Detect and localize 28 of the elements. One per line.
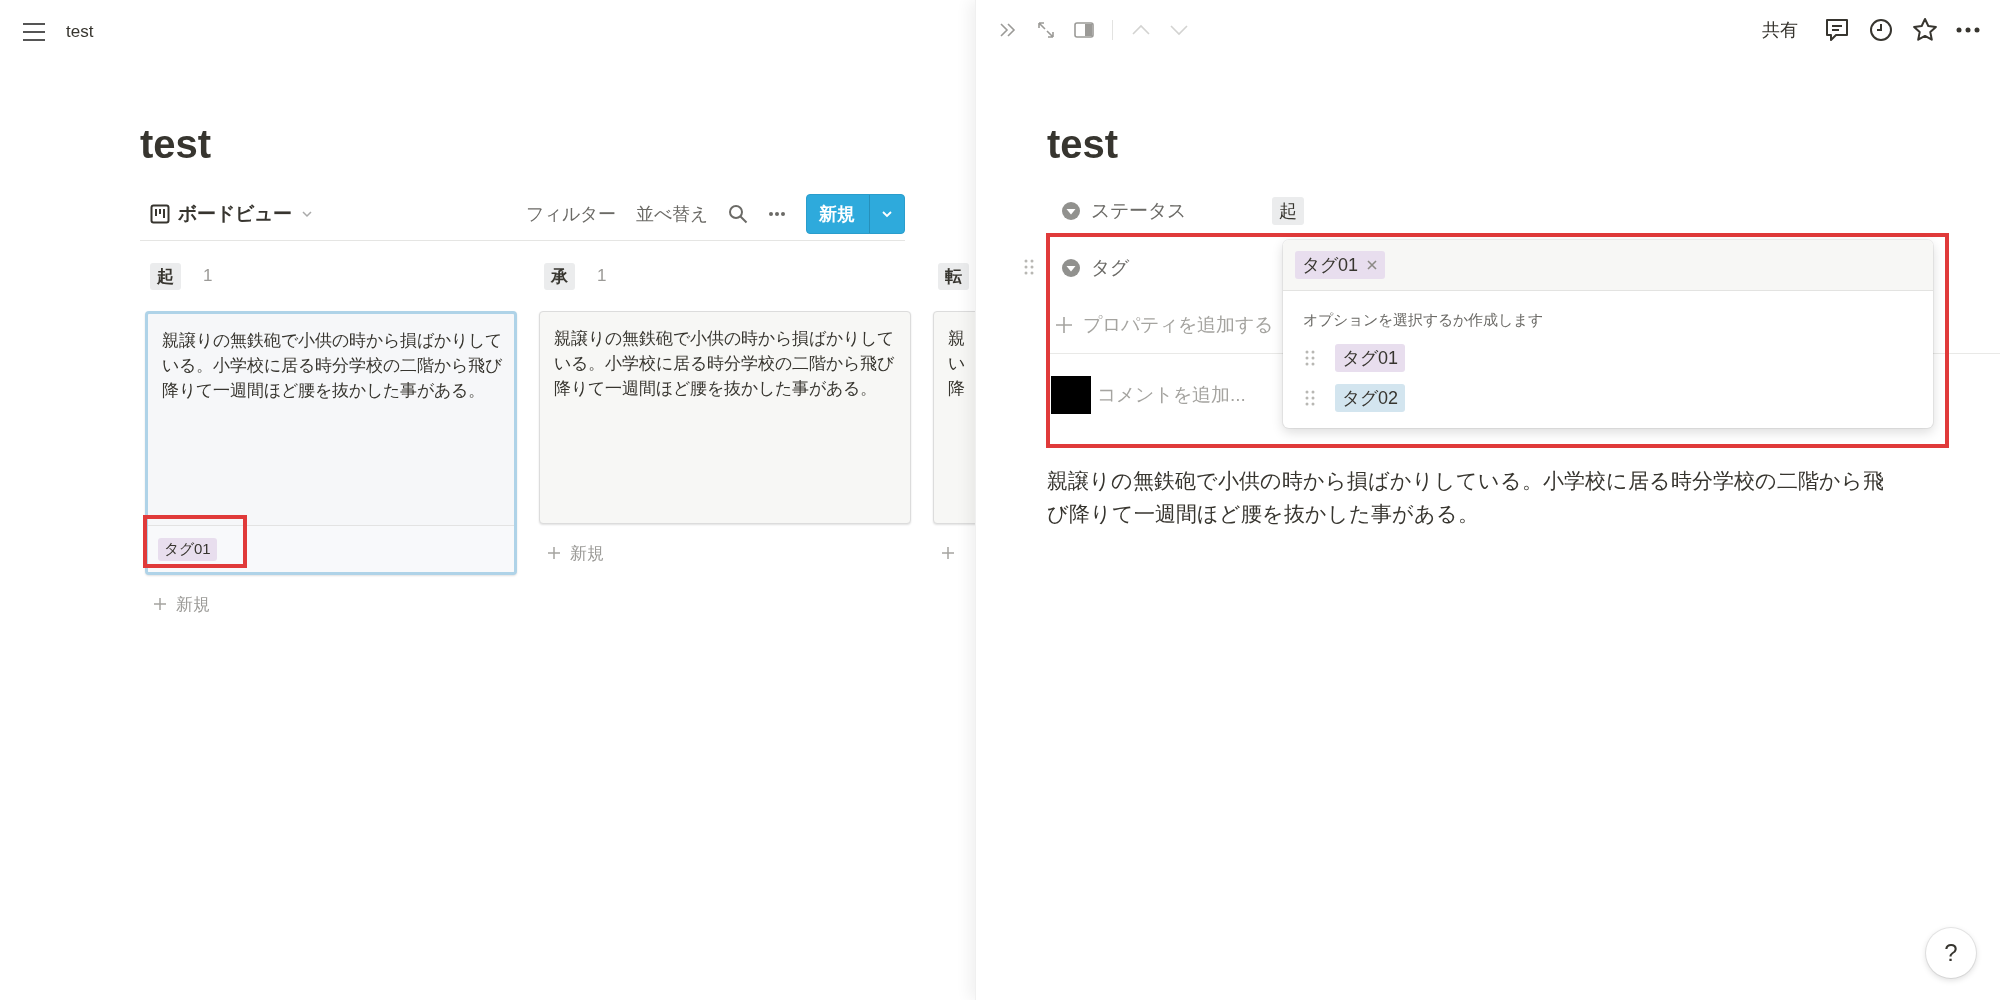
board-card[interactable]: 親譲りの無鉄砲で小供の時から損ばかりして いる。小学校に居る時分学校の二階から飛び 降りて一週間ほど腰を抜かした事がある。 — [539, 311, 911, 524]
selected-tag[interactable]: タグ01 — [1295, 251, 1386, 279]
column-title: 起 — [150, 262, 181, 290]
property-name: タグ — [1091, 255, 1129, 280]
share-button[interactable]: 共有 — [1762, 18, 1798, 42]
dropdown-hint: オプションを選択するか作成します — [1302, 310, 1544, 330]
tag-option: タグ01 — [1335, 344, 1406, 372]
tag-option: タグ02 — [1335, 384, 1406, 412]
tag-input-field[interactable]: タグ01 — [1283, 240, 1933, 291]
toolbar-action[interactable]: 並べ替え — [636, 202, 708, 226]
card-text: 親譲りの無鉄砲で小供の時から損ばかりして いる。小学校に居る時分学校の二階から飛び 降りて一週間ほど腰を抜かした事がある。 — [161, 330, 503, 401]
board-card[interactable]: 親 い 降 — [933, 311, 975, 524]
column-title: 承 — [544, 262, 575, 290]
page-heading: test — [140, 121, 213, 168]
status-tag[interactable]: 起 — [1272, 196, 1304, 225]
page-body-text: 親譲りの無鉄砲で小供の時から損ばかりしている。小学校に居る時分学校の二階から飛び降りて一週間ほど腰を抜かした事がある。 — [1047, 468, 1885, 527]
page-title: test — [66, 22, 94, 42]
help-button[interactable]: ? — [1926, 928, 1976, 978]
property-name: ステータス — [1091, 198, 1186, 223]
tag-chip: タグ01 — [158, 537, 217, 561]
toolbar-action[interactable]: フィルター — [526, 202, 616, 226]
comment-input[interactable]: コメントを追加... — [1097, 384, 1267, 406]
board-card[interactable]: 親譲りの無鉄砲で小供の時から損ばかりして いる。小学校に居る時分学校の二階から飛び 降りて一週間ほど腰を抜かした事がある。 タグ01 — [145, 311, 517, 575]
page-heading: test — [1047, 121, 1120, 168]
view-selector[interactable]: ボードビュー — [140, 201, 320, 227]
card-count: 1 — [203, 266, 213, 286]
card-count: 1 — [597, 266, 607, 286]
column-title: 転 — [938, 262, 969, 290]
